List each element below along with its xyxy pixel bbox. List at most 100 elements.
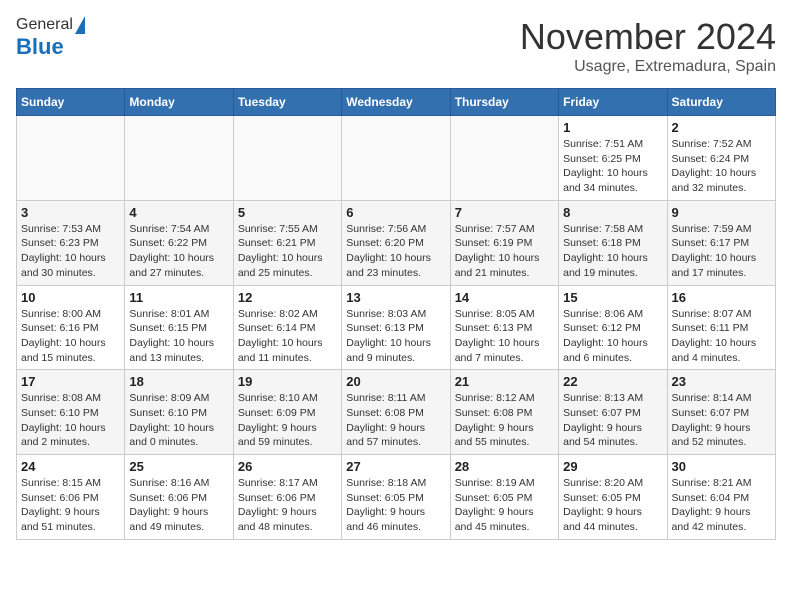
calendar-cell: [450, 116, 558, 201]
day-number: 15: [563, 290, 662, 305]
day-number: 7: [455, 205, 554, 220]
weekday-header-sunday: Sunday: [17, 89, 125, 116]
day-number: 22: [563, 374, 662, 389]
calendar-cell: 19Sunrise: 8:10 AM Sunset: 6:09 PM Dayli…: [233, 370, 341, 455]
title-block: November 2024 Usagre, Extremadura, Spain: [520, 16, 776, 76]
logo-triangle-icon: [75, 16, 85, 34]
day-number: 26: [238, 459, 337, 474]
day-info: Sunrise: 8:08 AM Sunset: 6:10 PM Dayligh…: [21, 391, 120, 450]
weekday-header-saturday: Saturday: [667, 89, 775, 116]
calendar-cell: 20 Sunrise: 8:11 AM Sunset: 6:08 PM Dayli…: [342, 370, 450, 455]
calendar-cell: 26 Sunrise: 8:17 AM Sunset: 6:06 PM Dayli…: [233, 455, 341, 540]
calendar-cell: [17, 116, 125, 201]
day-number: 28: [455, 459, 554, 474]
day-info: Sunrise: 7:58 AM Sunset: 6:18 PM Dayligh…: [563, 222, 662, 281]
day-number: 12: [238, 290, 337, 305]
calendar-cell: 30 Sunrise: 8:21 AM Sunset: 6:04 PM Dayli…: [667, 455, 775, 540]
day-number: 30: [672, 459, 771, 474]
day-info: Sunrise: 7:54 AM Sunset: 6:22 PM Dayligh…: [129, 222, 228, 281]
calendar-cell: 1 Sunrise: 7:51 AM Sunset: 6:25 PM Daylig…: [559, 116, 667, 201]
calendar-cell: 17Sunrise: 8:08 AM Sunset: 6:10 PM Dayli…: [17, 370, 125, 455]
day-number: 20: [346, 374, 445, 389]
day-info: Sunrise: 8:07 AM Sunset: 6:11 PM Dayligh…: [672, 307, 771, 366]
day-number: 14: [455, 290, 554, 305]
day-number: 5: [238, 205, 337, 220]
day-number: 23: [672, 374, 771, 389]
calendar-cell: 10Sunrise: 8:00 AM Sunset: 6:16 PM Dayli…: [17, 285, 125, 370]
day-info: Sunrise: 7:56 AM Sunset: 6:20 PM Dayligh…: [346, 222, 445, 281]
calendar-cell: [342, 116, 450, 201]
calendar-cell: 16 Sunrise: 8:07 AM Sunset: 6:11 PM Dayli…: [667, 285, 775, 370]
day-number: 4: [129, 205, 228, 220]
day-info: Sunrise: 8:11 AM Sunset: 6:08 PM Dayligh…: [346, 391, 445, 450]
calendar-week-1: 1 Sunrise: 7:51 AM Sunset: 6:25 PM Daylig…: [17, 116, 776, 201]
weekday-header-friday: Friday: [559, 89, 667, 116]
day-info: Sunrise: 8:06 AM Sunset: 6:12 PM Dayligh…: [563, 307, 662, 366]
day-number: 25: [129, 459, 228, 474]
calendar-header: SundayMondayTuesdayWednesdayThursdayFrid…: [17, 89, 776, 116]
day-number: 24: [21, 459, 120, 474]
calendar-cell: 3Sunrise: 7:53 AM Sunset: 6:23 PM Daylig…: [17, 200, 125, 285]
calendar-cell: 2Sunrise: 7:52 AM Sunset: 6:24 PM Daylig…: [667, 116, 775, 201]
day-number: 11: [129, 290, 228, 305]
day-number: 27: [346, 459, 445, 474]
calendar-week-2: 3Sunrise: 7:53 AM Sunset: 6:23 PM Daylig…: [17, 200, 776, 285]
calendar-cell: 24 Sunrise: 8:15 AM Sunset: 6:06 PM Dayli…: [17, 455, 125, 540]
day-number: 13: [346, 290, 445, 305]
day-number: 6: [346, 205, 445, 220]
calendar-cell: [125, 116, 233, 201]
location: Usagre, Extremadura, Spain: [520, 58, 776, 76]
month-title: November 2024: [520, 16, 776, 58]
weekday-header-wednesday: Wednesday: [342, 89, 450, 116]
day-number: 9: [672, 205, 771, 220]
day-info: Sunrise: 8:21 AM Sunset: 6:04 PM Dayligh…: [672, 476, 771, 535]
day-info: Sunrise: 8:14 AM Sunset: 6:07 PM Dayligh…: [672, 391, 771, 450]
calendar-cell: 29 Sunrise: 8:20 AM Sunset: 6:05 PM Dayli…: [559, 455, 667, 540]
calendar-cell: 9Sunrise: 7:59 AM Sunset: 6:17 PM Daylig…: [667, 200, 775, 285]
day-info: Sunrise: 8:18 AM Sunset: 6:05 PM Dayligh…: [346, 476, 445, 535]
day-number: 29: [563, 459, 662, 474]
weekday-header-thursday: Thursday: [450, 89, 558, 116]
day-info: Sunrise: 7:51 AM Sunset: 6:25 PM Dayligh…: [563, 137, 662, 196]
calendar-cell: [233, 116, 341, 201]
calendar-cell: 6 Sunrise: 7:56 AM Sunset: 6:20 PM Daylig…: [342, 200, 450, 285]
calendar-cell: 5Sunrise: 7:55 AM Sunset: 6:21 PM Daylig…: [233, 200, 341, 285]
day-info: Sunrise: 8:16 AM Sunset: 6:06 PM Dayligh…: [129, 476, 228, 535]
calendar-cell: 21Sunrise: 8:12 AM Sunset: 6:08 PM Dayli…: [450, 370, 558, 455]
day-info: Sunrise: 8:10 AM Sunset: 6:09 PM Dayligh…: [238, 391, 337, 450]
calendar-cell: 22 Sunrise: 8:13 AM Sunset: 6:07 PM Dayli…: [559, 370, 667, 455]
calendar-cell: 4 Sunrise: 7:54 AM Sunset: 6:22 PM Daylig…: [125, 200, 233, 285]
day-number: 18: [129, 374, 228, 389]
weekday-header-monday: Monday: [125, 89, 233, 116]
weekday-header-tuesday: Tuesday: [233, 89, 341, 116]
day-info: Sunrise: 8:13 AM Sunset: 6:07 PM Dayligh…: [563, 391, 662, 450]
day-info: Sunrise: 8:17 AM Sunset: 6:06 PM Dayligh…: [238, 476, 337, 535]
calendar-cell: 25 Sunrise: 8:16 AM Sunset: 6:06 PM Dayli…: [125, 455, 233, 540]
day-number: 1: [563, 120, 662, 135]
calendar-cell: 23 Sunrise: 8:14 AM Sunset: 6:07 PM Dayli…: [667, 370, 775, 455]
logo-general-text: General: [16, 16, 73, 34]
page-header: General Blue November 2024 Usagre, Extre…: [16, 16, 776, 76]
calendar-cell: 14Sunrise: 8:05 AM Sunset: 6:13 PM Dayli…: [450, 285, 558, 370]
calendar-cell: 13Sunrise: 8:03 AM Sunset: 6:13 PM Dayli…: [342, 285, 450, 370]
day-info: Sunrise: 7:57 AM Sunset: 6:19 PM Dayligh…: [455, 222, 554, 281]
day-info: Sunrise: 8:01 AM Sunset: 6:15 PM Dayligh…: [129, 307, 228, 366]
day-number: 3: [21, 205, 120, 220]
day-number: 16: [672, 290, 771, 305]
day-number: 8: [563, 205, 662, 220]
calendar-cell: 12 Sunrise: 8:02 AM Sunset: 6:14 PM Dayli…: [233, 285, 341, 370]
calendar-cell: 15 Sunrise: 8:06 AM Sunset: 6:12 PM Dayli…: [559, 285, 667, 370]
day-info: Sunrise: 8:15 AM Sunset: 6:06 PM Dayligh…: [21, 476, 120, 535]
day-info: Sunrise: 8:20 AM Sunset: 6:05 PM Dayligh…: [563, 476, 662, 535]
day-number: 21: [455, 374, 554, 389]
calendar-cell: 8 Sunrise: 7:58 AM Sunset: 6:18 PM Daylig…: [559, 200, 667, 285]
day-info: Sunrise: 8:00 AM Sunset: 6:16 PM Dayligh…: [21, 307, 120, 366]
logo-blue-text: Blue: [16, 34, 64, 60]
day-info: Sunrise: 8:02 AM Sunset: 6:14 PM Dayligh…: [238, 307, 337, 366]
day-info: Sunrise: 8:09 AM Sunset: 6:10 PM Dayligh…: [129, 391, 228, 450]
calendar-week-3: 10Sunrise: 8:00 AM Sunset: 6:16 PM Dayli…: [17, 285, 776, 370]
logo: General Blue: [16, 16, 85, 60]
calendar-cell: 18 Sunrise: 8:09 AM Sunset: 6:10 PM Dayli…: [125, 370, 233, 455]
calendar-week-5: 24 Sunrise: 8:15 AM Sunset: 6:06 PM Dayli…: [17, 455, 776, 540]
calendar-cell: 27 Sunrise: 8:18 AM Sunset: 6:05 PM Dayli…: [342, 455, 450, 540]
